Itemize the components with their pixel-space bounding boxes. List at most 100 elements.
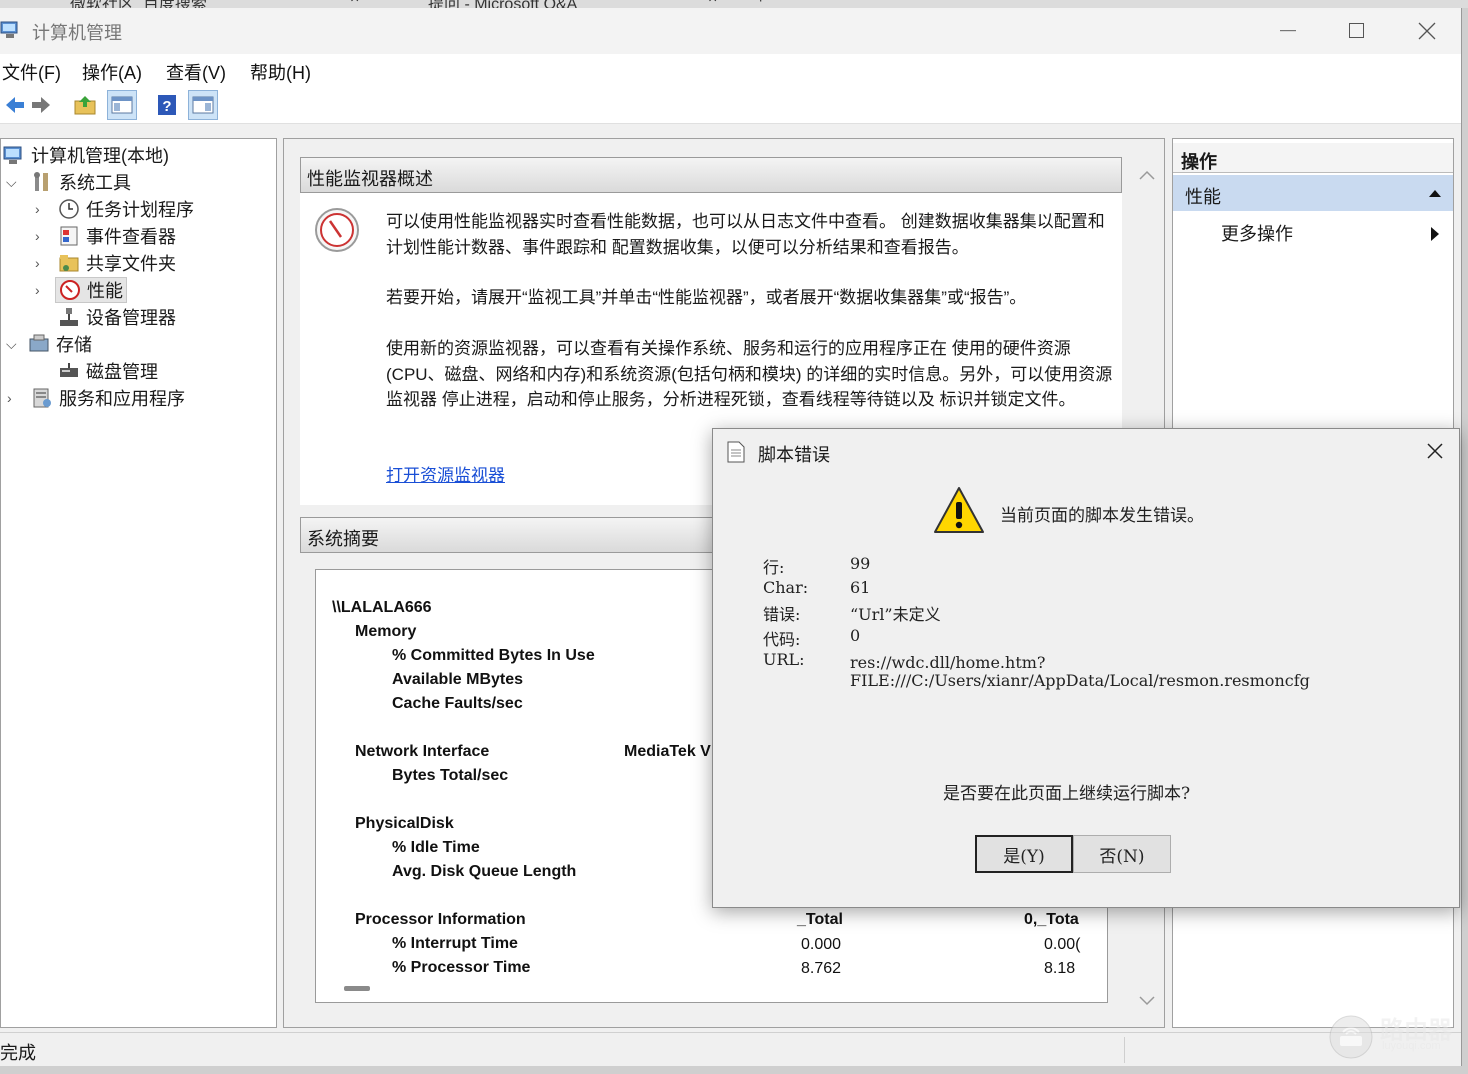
- tree-item-task-scheduler[interactable]: 任务计划程序: [58, 196, 194, 222]
- up-one-level-button[interactable]: [70, 90, 100, 120]
- tree-label: 事件查看器: [86, 227, 176, 247]
- show-hide-action-pane-button[interactable]: [188, 90, 218, 120]
- expand-chevron-down-icon[interactable]: ⌵: [6, 174, 17, 191]
- more-actions-label: 更多操作: [1221, 224, 1293, 244]
- disk-drive-icon: [60, 363, 78, 377]
- show-hide-action-pane-icon: [192, 96, 214, 114]
- back-arrow-icon: [6, 97, 24, 113]
- more-actions-item[interactable]: 更多操作: [1173, 215, 1453, 249]
- tree-item-shared-folders[interactable]: 共享文件夹: [58, 250, 176, 276]
- line-value: 99: [850, 554, 871, 573]
- performance-gauge-icon: [315, 208, 359, 252]
- summary-category: PhysicalDisk: [355, 815, 454, 832]
- actions-section-label: 性能: [1185, 187, 1221, 207]
- tree-label: 设备管理器: [86, 308, 176, 328]
- scroll-down-icon[interactable]: [1138, 995, 1156, 1007]
- minimize-icon: [1280, 30, 1296, 32]
- menu-file[interactable]: 文件(F): [2, 59, 61, 85]
- tree-root-label: 计算机管理(本地): [31, 146, 169, 166]
- scroll-up-icon[interactable]: [1138, 169, 1156, 181]
- close-icon: [1418, 22, 1436, 40]
- expand-chevron-right-icon[interactable]: ›: [35, 228, 40, 244]
- computer-management-icon: [3, 146, 22, 164]
- tree-label: 任务计划程序: [86, 200, 194, 220]
- help-button[interactable]: ?: [152, 90, 182, 120]
- tab-close-icon[interactable]: ×: [350, 0, 359, 8]
- tree-item-event-viewer[interactable]: 事件查看器: [58, 223, 176, 249]
- expand-chevron-right-icon[interactable]: ›: [35, 282, 40, 298]
- menu-bar: 文件(F) 操作(A) 查看(V) 帮助(H): [0, 54, 1461, 86]
- tree-label: 系统工具: [59, 173, 131, 193]
- browser-tab-msqa[interactable]: 提问 - Microsoft Q&A: [428, 0, 577, 8]
- storage-icon: [29, 334, 49, 352]
- tree-label: 服务和应用程序: [59, 389, 185, 409]
- collapse-triangle-icon[interactable]: [1429, 189, 1441, 197]
- overview-header[interactable]: 性能监视器概述: [300, 157, 1122, 193]
- expand-chevron-right-icon[interactable]: ›: [35, 255, 40, 271]
- summary-category: Processor Information: [355, 911, 526, 928]
- browser-tab-baidu[interactable]: 微软社区_百度搜索: [70, 0, 207, 8]
- expand-chevron-down-icon[interactable]: ⌵: [6, 336, 17, 353]
- summary-counter: % Interrupt Time: [392, 935, 518, 952]
- summary-counter: Bytes Total/sec: [392, 767, 509, 784]
- summary-category: Network Interface: [355, 743, 490, 760]
- summary-column-header: MediaTek V: [624, 743, 711, 760]
- performance-gauge-icon: [60, 280, 80, 300]
- minimize-button[interactable]: [1258, 12, 1318, 50]
- scrollbar-thumb[interactable]: [344, 986, 370, 991]
- forward-button[interactable]: [26, 90, 56, 120]
- error-value: “Url”未定义: [850, 605, 941, 624]
- code-value: 0: [850, 626, 861, 645]
- maximize-button[interactable]: [1327, 12, 1387, 50]
- svg-text:?: ?: [162, 98, 171, 115]
- tree-item-system-tools[interactable]: 系统工具: [31, 169, 131, 195]
- yes-button[interactable]: 是(Y): [975, 835, 1073, 873]
- tree-label: 性能: [87, 281, 123, 301]
- navigation-tree: 计算机管理(本地) ⌵ 系统工具 › 任务计划程序 › 事件查看器 › 共享文件…: [0, 138, 277, 1028]
- toolbar: ?: [0, 86, 1461, 124]
- menu-action[interactable]: 操作(A): [82, 59, 142, 85]
- tree-label: 共享文件夹: [86, 254, 176, 274]
- tree-root[interactable]: 计算机管理(本地): [3, 142, 169, 168]
- script-error-dialog: 脚本错误 当前页面的脚本发生错误。 行: 99 Char: 61 错误: “Ur…: [712, 428, 1460, 908]
- summary-value: 0.000: [801, 936, 842, 953]
- tree-item-services-apps[interactable]: 服务和应用程序: [31, 385, 185, 411]
- tab-close-icon[interactable]: ×: [708, 0, 717, 8]
- warning-icon: [934, 487, 984, 533]
- new-tab-button[interactable]: +: [756, 0, 765, 8]
- tree-item-device-manager[interactable]: 设备管理器: [58, 304, 176, 330]
- char-label: Char:: [763, 578, 809, 597]
- tree-item-storage[interactable]: 存储: [28, 331, 92, 357]
- tree-item-disk-management[interactable]: 磁盘管理: [58, 358, 158, 384]
- actions-section-performance[interactable]: 性能: [1173, 175, 1453, 211]
- show-hide-tree-button[interactable]: [107, 90, 137, 120]
- up-folder-icon: [74, 96, 96, 115]
- overview-paragraph-1: 可以使用性能监视器实时查看性能数据，也可以从日志文件中查看。 创建数据收集器集以…: [386, 212, 1105, 257]
- event-log-icon: [60, 226, 78, 246]
- window-title: 计算机管理: [32, 23, 122, 43]
- dialog-title-bar: 脚本错误: [713, 429, 1459, 473]
- help-icon: ?: [158, 95, 176, 115]
- browser-tab-strip: 微软社区_百度搜索 × 提问 - Microsoft Q&A × +: [0, 0, 1468, 8]
- menu-view[interactable]: 查看(V): [166, 59, 226, 85]
- services-icon: [33, 388, 51, 408]
- tree-item-performance[interactable]: 性能: [55, 277, 127, 303]
- close-button[interactable]: [1397, 12, 1457, 50]
- computer-management-icon: [0, 21, 18, 38]
- expand-chevron-right-icon[interactable]: ›: [35, 201, 40, 217]
- summary-counter: Available MBytes: [392, 671, 524, 688]
- horizontal-scrollbar[interactable]: [316, 974, 1107, 1002]
- dialog-close-icon[interactable]: [1427, 443, 1443, 459]
- overview-paragraph-2: 若要开始，请展开“监视工具”并单击“性能监视器”，或者展开“数据收集器集”或“报…: [386, 288, 1027, 307]
- summary-value: 0.00(: [1044, 936, 1081, 953]
- menu-help[interactable]: 帮助(H): [250, 59, 311, 85]
- watermark-sub: luyouqi.com: [1382, 1040, 1441, 1052]
- tools-icon: [34, 172, 48, 191]
- no-button[interactable]: 否(N): [1073, 835, 1171, 873]
- clock-icon: [59, 199, 79, 219]
- summary-column-header: _Total: [797, 911, 843, 928]
- url-value-line-2: FILE:///C:/Users/xianr/AppData/Local/res…: [850, 671, 1310, 690]
- expand-chevron-right-icon[interactable]: ›: [7, 390, 12, 406]
- submenu-arrow-icon: [1431, 227, 1439, 241]
- open-resource-monitor-link[interactable]: 打开资源监视器: [386, 463, 505, 489]
